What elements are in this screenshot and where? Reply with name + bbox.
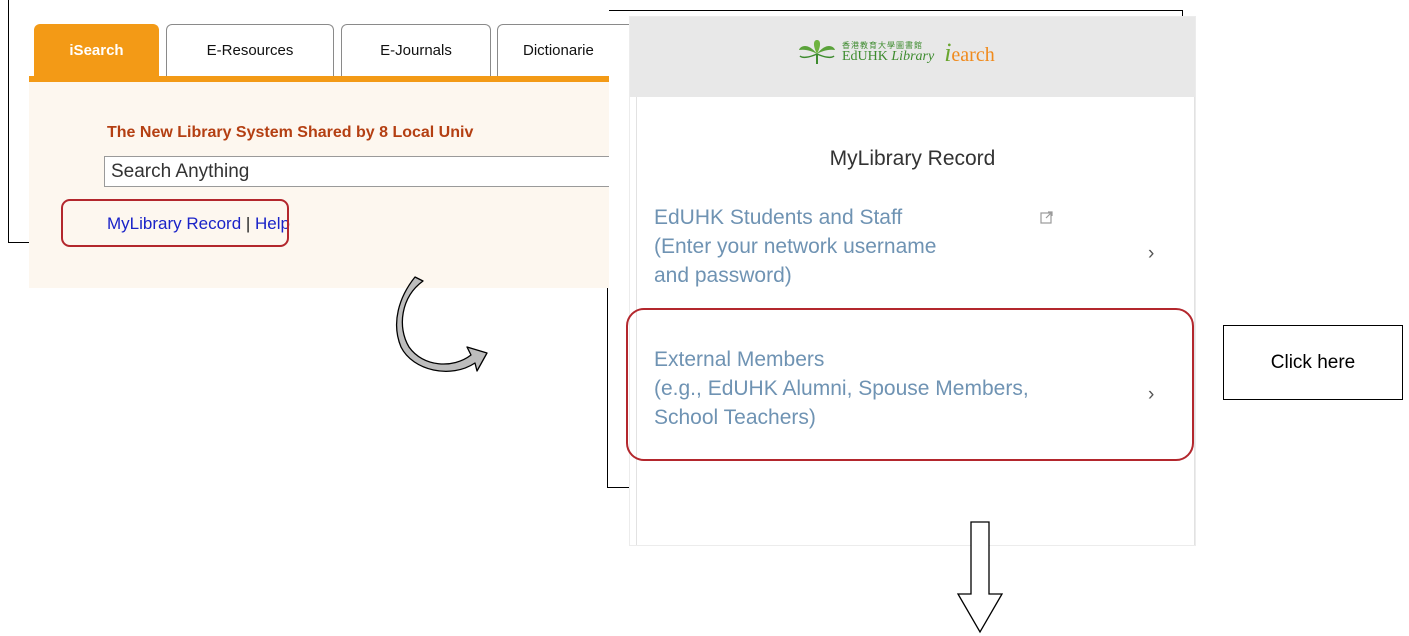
highlight-mylibrary-record [61, 199, 289, 247]
panel-header: 香港教育大學圖書館 EdUHK Library iearch [630, 17, 1195, 97]
highlight-external-members [626, 308, 1194, 461]
option-edu-students-staff[interactable]: EdUHK Students and Staff (Enter your net… [654, 203, 1174, 290]
frame-line [607, 10, 1183, 11]
panel-title: MyLibrary Record [829, 147, 996, 170]
isearch-logo: iearch [944, 38, 995, 67]
click-here-callout: Click here [1223, 325, 1403, 400]
curved-arrow-icon [395, 276, 488, 372]
logo-wordmark: 香港教育大學圖書館 EdUHK Library [842, 41, 935, 64]
search-input[interactable]: Search Anything [104, 156, 609, 187]
login-panel-screenshot: 香港教育大學圖書館 EdUHK Library iearch MyLibrary… [630, 17, 1195, 545]
page-heading: The New Library System Shared by 8 Local… [107, 124, 474, 141]
bauhinia-leaf-icon [799, 40, 835, 64]
tab-dictionaries[interactable]: Dictionarie [497, 24, 637, 76]
tab-e-resources[interactable]: E-Resources [166, 24, 334, 76]
down-arrow-icon [956, 521, 1004, 634]
tab-e-journals[interactable]: E-Journals [341, 24, 491, 76]
frame-line [607, 487, 631, 488]
library-logo: 香港教育大學圖書館 EdUHK Library iearch [798, 27, 995, 79]
tab-underline-bar [29, 76, 609, 82]
tab-isearch[interactable]: iSearch [34, 24, 159, 76]
external-link-icon [1040, 210, 1054, 228]
chevron-right-icon[interactable]: › [1148, 243, 1154, 265]
frame-line [8, 0, 9, 243]
